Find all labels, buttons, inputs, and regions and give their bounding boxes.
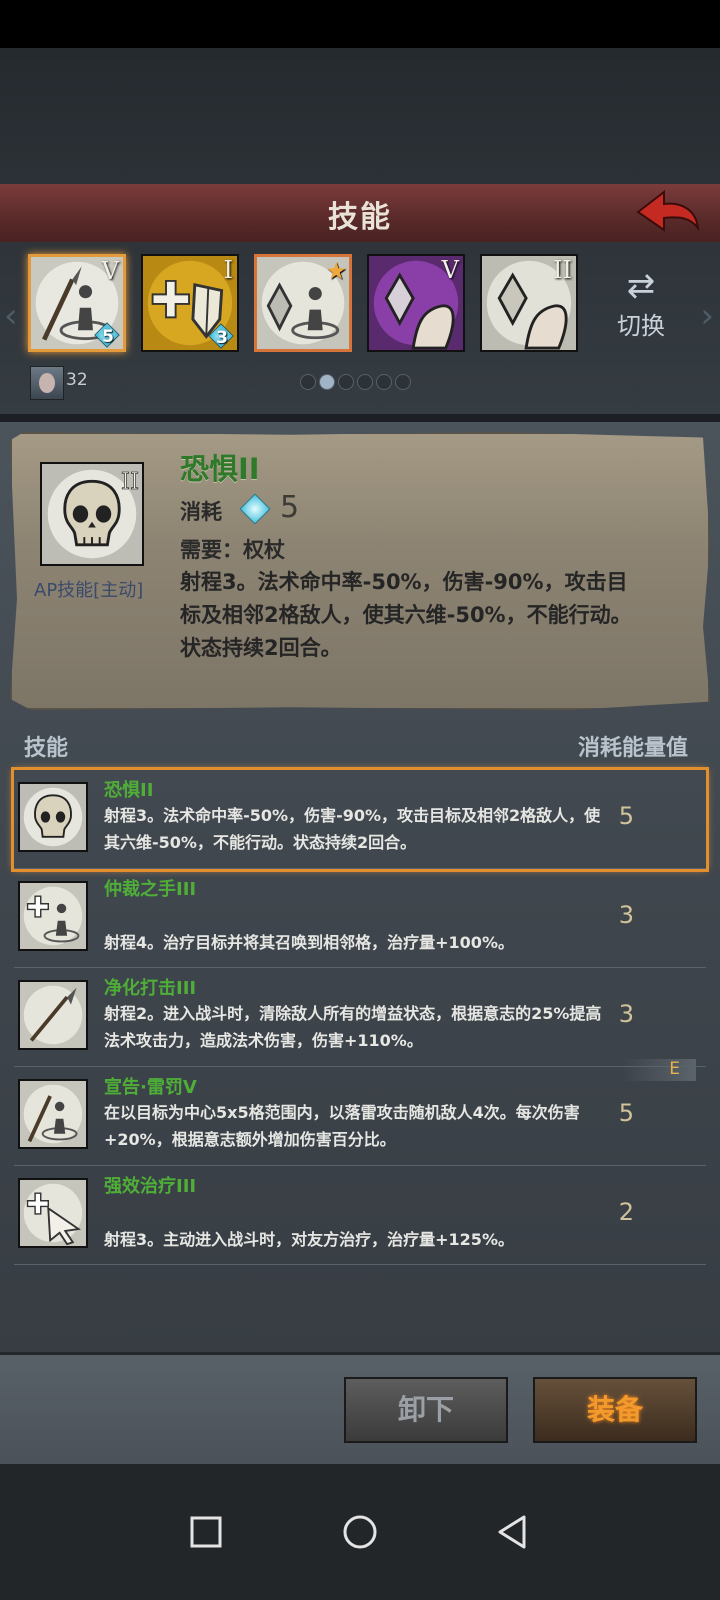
slot-roman: II <box>553 256 572 284</box>
skill-slot-2[interactable]: I 3 <box>141 254 239 352</box>
skill-row-cost: 5 <box>618 802 634 830</box>
swap-arrows-icon: ⇄ <box>626 266 656 306</box>
skill-row[interactable]: 强效治疗III 射程3。主动进入战斗时，对友方治疗，治疗量+125%。 2 <box>14 1166 706 1265</box>
equipped-tag: E <box>622 1059 696 1081</box>
requirement-text: 需要：权杖 <box>180 538 285 562</box>
switch-button[interactable]: ⇄ 切换 <box>606 266 676 346</box>
slot-roman: I <box>223 256 233 284</box>
skull-icon <box>20 784 86 850</box>
skill-row-icon <box>18 782 88 852</box>
avatar[interactable] <box>30 366 64 400</box>
skill-row-icon <box>18 881 88 951</box>
chevron-left-icon[interactable]: ‹ <box>4 296 18 336</box>
back-icon[interactable] <box>492 1512 532 1552</box>
unequip-button[interactable]: 卸下 <box>344 1377 508 1443</box>
equip-button[interactable]: 装备 <box>533 1377 697 1443</box>
skill-row-cost: 2 <box>618 1198 634 1226</box>
top-backdrop <box>0 48 720 184</box>
page-dot[interactable] <box>300 374 316 390</box>
home-icon[interactable] <box>340 1512 380 1552</box>
skill-row-icon <box>18 1178 88 1248</box>
skull-icon: II <box>42 464 142 564</box>
page-dot-active[interactable] <box>319 374 335 390</box>
skill-type-label: AP技能[主动] <box>34 580 144 601</box>
skill-row-name: 强效治疗III <box>104 1176 197 1197</box>
avatar-face <box>39 373 55 393</box>
detail-description: 射程3。法术命中率-50%，伤害-90%，攻击目标及相邻2格敌人，使其六维-50… <box>180 570 632 660</box>
skill-row-desc: 射程4。治疗目标并将其召唤到相邻格，治疗量+100%。 <box>104 933 514 952</box>
skill-row-icon <box>18 980 88 1050</box>
skill-slot-5[interactable]: II <box>480 254 578 352</box>
skill-row-desc: 在以目标为中心5x5格范围内，以落雷攻击随机敌人4次。每次伤害+20%，根据意志… <box>104 1103 580 1149</box>
page-dot[interactable] <box>338 374 354 390</box>
skill-row-desc: 射程3。法术命中率-50%，伤害-90%，攻击目标及相邻2格敌人，使其六维-50… <box>104 806 601 852</box>
detail-skill-icon: II <box>40 462 144 566</box>
skill-row-desc: 射程2。进入战斗时，清除敌人所有的增益状态，根据意志的25%提高法术攻击力，造成… <box>104 1004 602 1050</box>
skill-slot-4[interactable]: V <box>367 254 465 352</box>
heal-cursor-icon <box>20 1180 86 1246</box>
skill-row[interactable]: 仲裁之手III 射程4。治疗目标并将其召唤到相邻格，治疗量+100%。 3 <box>14 869 706 968</box>
skill-row[interactable]: E 宣告·雷罚V 在以目标为中心5x5格范围内，以落雷攻击随机敌人4次。每次伤害… <box>14 1059 706 1166</box>
skill-slot-1[interactable]: V 5 <box>28 254 126 352</box>
list-header-skill: 技能 <box>24 736 69 761</box>
switch-label: 切换 <box>617 312 665 340</box>
skill-row-desc: 射程3。主动进入战斗时，对友方治疗，治疗量+125%。 <box>104 1230 514 1249</box>
action-bar: 卸下 装备 <box>0 1352 720 1467</box>
status-bar <box>0 0 720 48</box>
slot-roman: V <box>441 256 459 284</box>
hero-level: 32 <box>66 370 88 390</box>
slot-gem-count: 3 <box>216 328 228 348</box>
skill-row-name: 恐惧II <box>104 780 154 801</box>
divider <box>0 414 720 422</box>
skill-row-cost: 5 <box>618 1099 634 1127</box>
detail-skill-name: 恐惧II <box>180 452 260 486</box>
back-arrow-icon[interactable] <box>634 188 702 236</box>
chevron-right-icon[interactable]: › <box>700 296 714 336</box>
skill-slot-3[interactable]: ★ <box>254 254 352 352</box>
skill-row[interactable]: 恐惧II 射程3。法术命中率-50%，伤害-90%，攻击目标及相邻2格敌人，使其… <box>11 767 709 872</box>
star-icon: ★ <box>325 257 347 285</box>
list-header-cost: 消耗能量值 <box>577 736 688 761</box>
skill-list: 恐惧II 射程3。法术命中率-50%，伤害-90%，攻击目标及相邻2格敌人，使其… <box>11 767 709 1265</box>
skill-row-cost: 3 <box>618 901 634 929</box>
page-title: 技能 <box>328 200 392 235</box>
system-nav-bar <box>0 1464 720 1600</box>
page-dot[interactable] <box>357 374 373 390</box>
page-dots <box>300 374 411 390</box>
skill-row[interactable]: 净化打击III 射程2。进入战斗时，清除敌人所有的增益状态，根据意志的25%提高… <box>14 968 706 1067</box>
title-bar: 技能 <box>0 184 720 245</box>
slot-roman: V <box>101 257 119 285</box>
equipped-skills-strip: ‹ › V 5 I 3 ★ V II ⇄ 切换 32 <box>0 242 720 414</box>
skill-row-name: 仲裁之手III <box>104 879 197 900</box>
detail-roman: II <box>121 469 139 495</box>
skill-row-name: 净化打击III <box>104 978 197 999</box>
page-dot[interactable] <box>376 374 392 390</box>
cost-value: 5 <box>280 490 300 525</box>
slot-gem-count: 5 <box>102 327 114 347</box>
page-dot[interactable] <box>395 374 411 390</box>
skill-row-name: 宣告·雷罚V <box>104 1077 197 1098</box>
heal-summon-icon <box>20 883 86 949</box>
cost-label: 消耗 <box>180 500 222 524</box>
spear-strike-icon <box>20 982 86 1048</box>
recent-apps-icon[interactable] <box>186 1512 226 1552</box>
skill-row-icon <box>18 1079 88 1149</box>
skill-row-cost: 3 <box>618 1000 634 1028</box>
holy-spear-icon <box>20 1081 86 1147</box>
